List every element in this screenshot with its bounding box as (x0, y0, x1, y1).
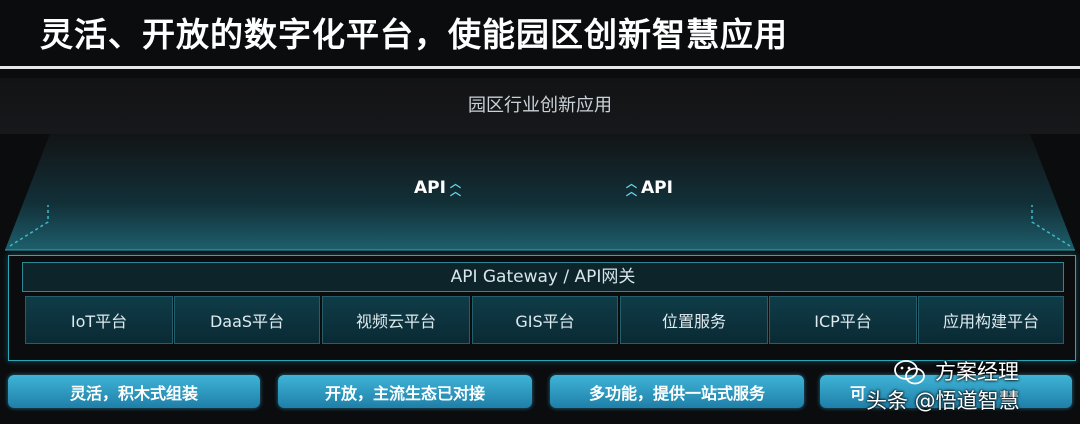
wechat-icon (894, 360, 925, 385)
module-app-builder: 应用构建平台 (918, 296, 1064, 344)
module-video-cloud: 视频云平台 (322, 296, 470, 344)
feature-open: 开放，主流生态已对接 (278, 375, 532, 408)
feature-flexible: 灵活，积木式组装 (8, 375, 260, 408)
feature-multifunction: 多功能，提供一站式服务 (550, 375, 804, 408)
perspective-plane (5, 134, 1075, 250)
module-iot: IoT平台 (25, 296, 173, 344)
module-daas: DaaS平台 (174, 296, 320, 344)
feature-fourth-text: 可 (850, 383, 867, 403)
api-right-text: API (641, 178, 673, 198)
module-gis: GIS平台 (472, 296, 618, 344)
watermark-line2: 头条 @悟道智慧 (866, 389, 1020, 413)
api-gateway-bar: API Gateway / API网关 (22, 262, 1064, 292)
api-label-left: API ︿ ︿ (414, 178, 461, 198)
api-left-text: API (414, 178, 446, 198)
chevron-up-icon: ︿ ︿ (626, 177, 637, 198)
chevron-up-icon: ︿ ︿ (449, 177, 461, 198)
watermark-line1: 方案经理 (935, 360, 1019, 384)
module-icp: ICP平台 (769, 296, 917, 344)
api-label-right: ︿ ︿ API (626, 178, 673, 198)
module-location: 位置服务 (620, 296, 768, 344)
